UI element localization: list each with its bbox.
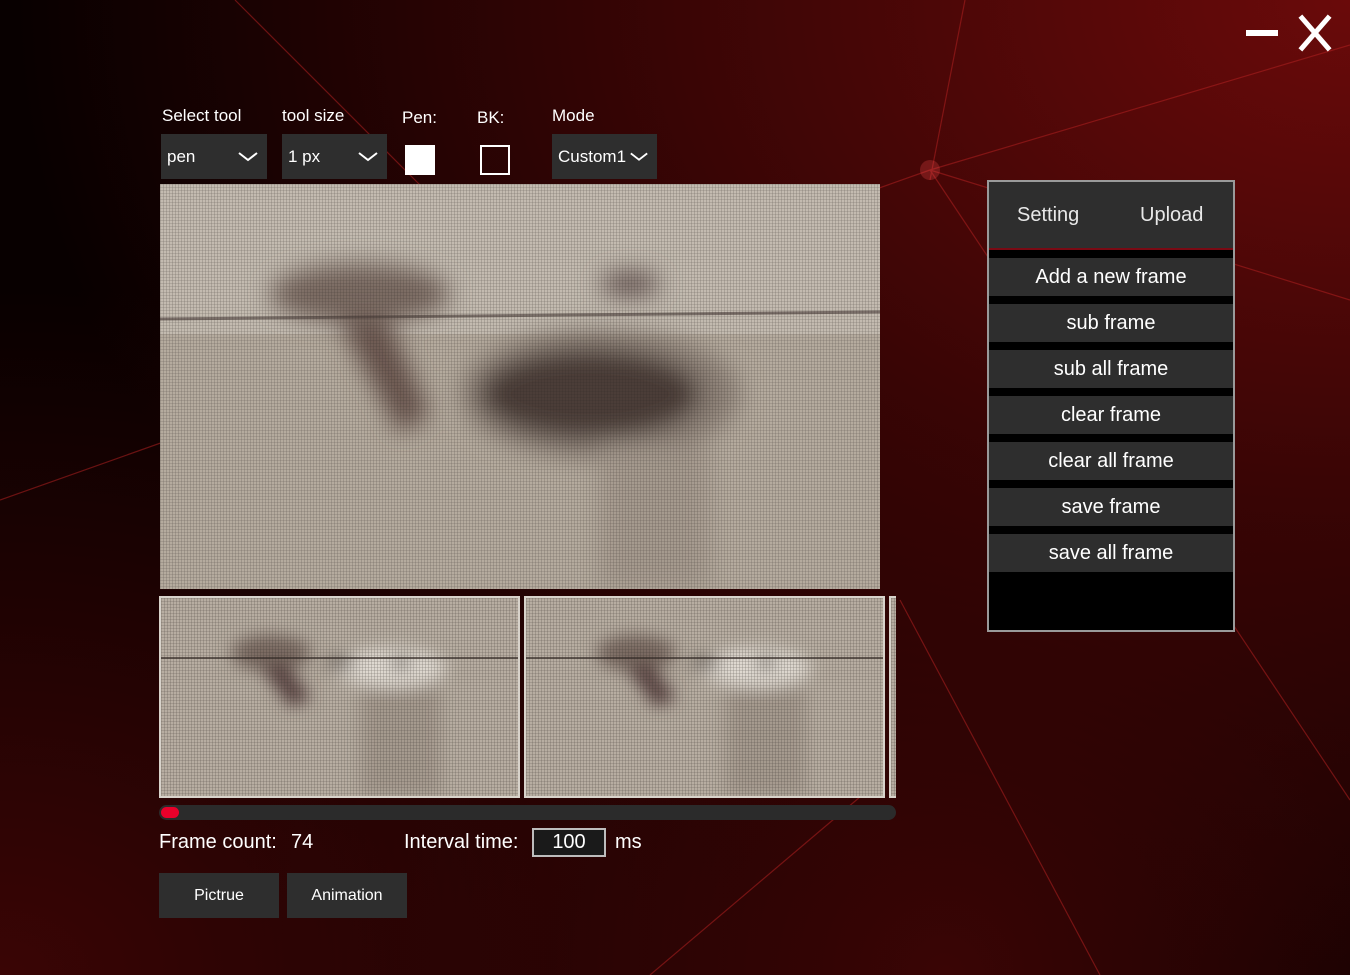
- minimize-icon[interactable]: [1246, 30, 1278, 36]
- bk-color-label: BK:: [477, 108, 505, 127]
- pen-color-label: Pen:: [402, 108, 437, 127]
- pen-color-swatch[interactable]: [405, 145, 435, 175]
- chevron-down-icon: [238, 151, 258, 161]
- mode-dropdown[interactable]: Custom1: [552, 134, 657, 179]
- frames-scrollbar-thumb[interactable]: [161, 807, 179, 818]
- interval-unit-label: ms: [615, 831, 642, 853]
- select-tool-value: pen: [167, 146, 196, 166]
- chevron-down-icon: [358, 151, 378, 161]
- frame-thumbnail[interactable]: [159, 596, 520, 798]
- interval-time-input[interactable]: [532, 828, 606, 857]
- close-icon[interactable]: [1298, 14, 1332, 52]
- select-tool-dropdown[interactable]: pen: [161, 134, 267, 179]
- frame-actions-panel: Setting Upload Add a new frame sub frame…: [987, 180, 1235, 632]
- clear-frame-button[interactable]: clear frame: [989, 396, 1233, 434]
- select-tool-label: Select tool: [162, 106, 242, 125]
- bk-color-swatch[interactable]: [480, 145, 510, 175]
- frame-thumbnail[interactable]: [524, 596, 885, 798]
- animation-button[interactable]: Animation: [287, 873, 407, 918]
- frames-scrollbar[interactable]: [159, 805, 896, 820]
- mode-label: Mode: [552, 106, 595, 125]
- mode-value: Custom1: [558, 146, 627, 166]
- frame-count-value: 74: [291, 831, 314, 853]
- save-all-frame-button[interactable]: save all frame: [989, 534, 1233, 572]
- sub-frame-button[interactable]: sub frame: [989, 304, 1233, 342]
- frame-count-label: Frame count:: [159, 831, 277, 853]
- tab-setting[interactable]: Setting: [1017, 204, 1079, 227]
- sub-all-frame-button[interactable]: sub all frame: [989, 350, 1233, 388]
- add-new-frame-button[interactable]: Add a new frame: [989, 258, 1233, 296]
- chevron-down-icon: [630, 152, 648, 161]
- save-frame-button[interactable]: save frame: [989, 488, 1233, 526]
- tool-size-value: 1 px: [288, 146, 321, 166]
- tool-size-label: tool size: [282, 106, 345, 125]
- panel-tab-bar: Setting Upload: [989, 182, 1233, 250]
- tool-size-dropdown[interactable]: 1 px: [282, 134, 387, 179]
- tab-upload[interactable]: Upload: [1140, 204, 1203, 227]
- interval-time-label: Interval time:: [404, 831, 519, 853]
- picture-button[interactable]: Pictrue: [159, 873, 279, 918]
- drawing-canvas[interactable]: [160, 184, 880, 589]
- frame-thumbnail[interactable]: [889, 596, 896, 798]
- clear-all-frame-button[interactable]: clear all frame: [989, 442, 1233, 480]
